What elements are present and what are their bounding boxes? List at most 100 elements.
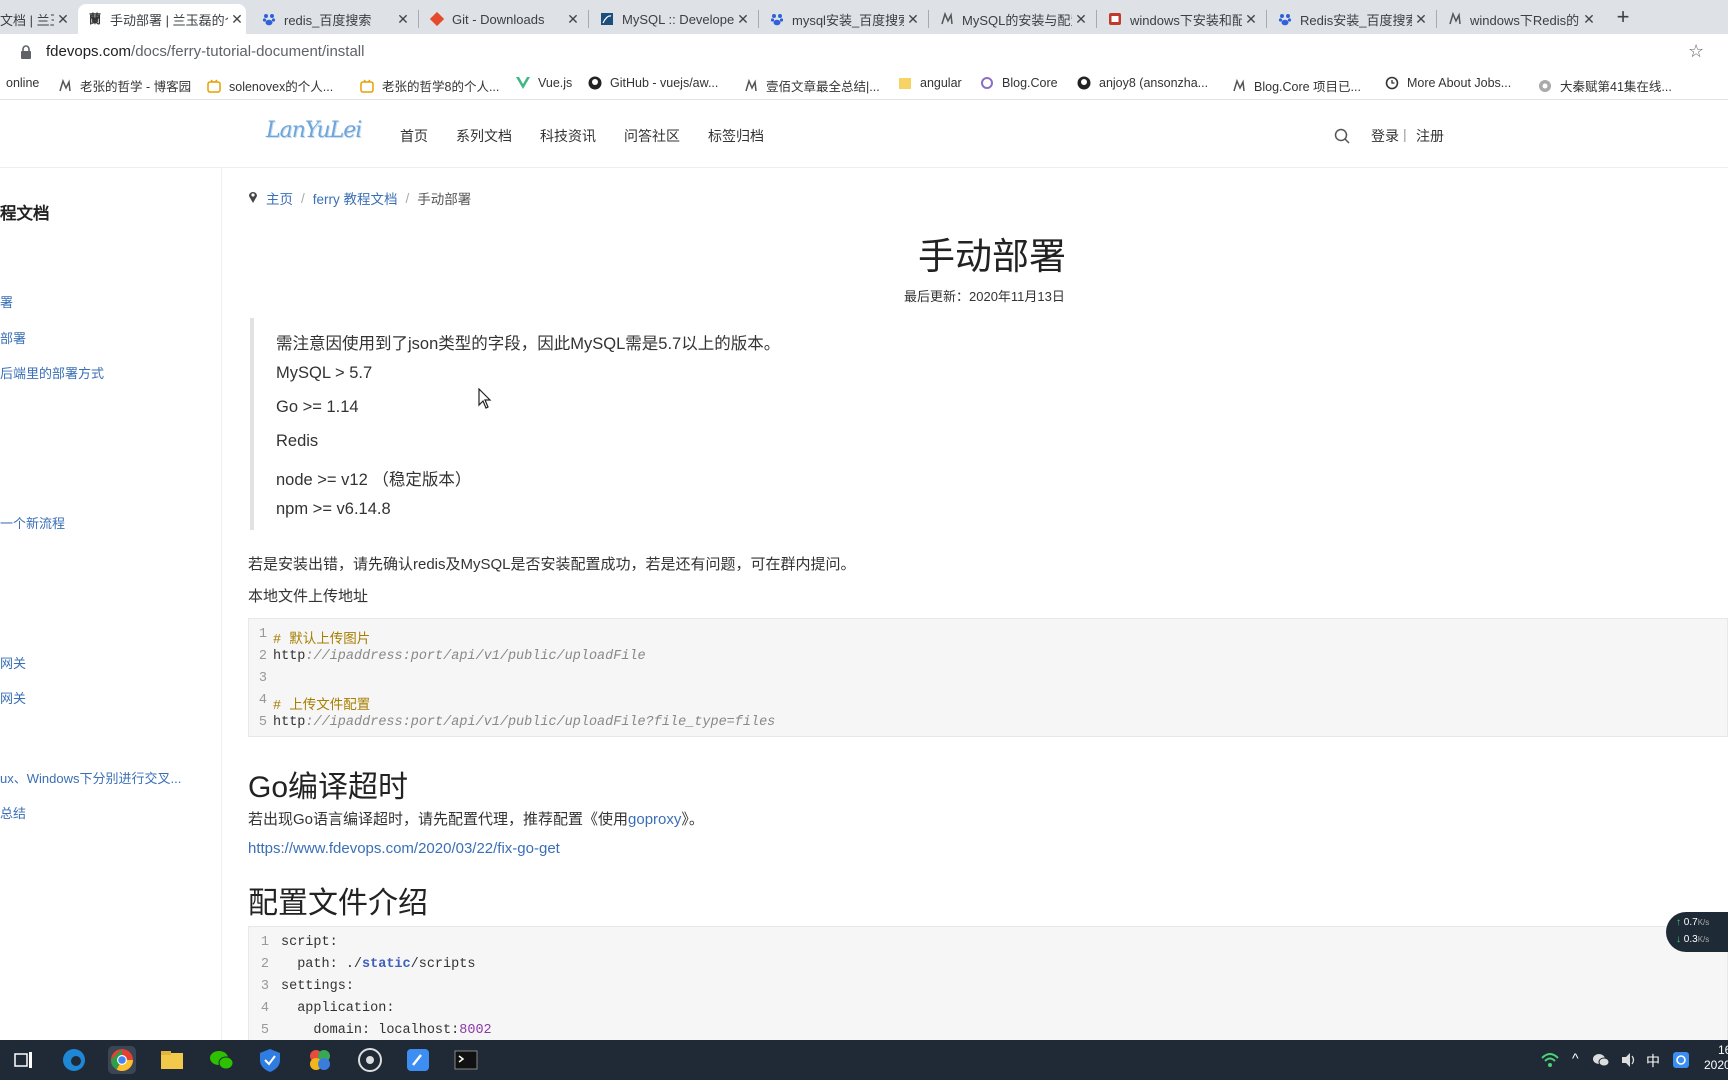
tab-title: mysql安装_百度搜索 [792,12,904,28]
tab-8[interactable]: Redis安装_百度搜索 ✕ [1268,4,1430,34]
bookmark-label: anjoy8 (ansonzha... [1099,76,1209,90]
sidebar-item[interactable]: 网关 [0,688,26,707]
colorful-app-icon[interactable] [306,1046,334,1074]
bookmark-item[interactable]: online [6,76,39,90]
sidebar-item[interactable]: ux、Windows下分别进行交叉... [0,768,181,787]
edge-icon[interactable] [60,1046,88,1074]
tab-title: redis_百度搜索 [284,12,372,28]
tab-7[interactable]: windows下安装和配置 ✕ [1098,4,1260,34]
url-path: /docs/ferry-tutorial-document/install [131,43,365,60]
git-icon [429,11,445,27]
fix-go-get-link[interactable]: https://www.fdevops.com/2020/03/22/fix-g… [248,840,560,857]
sidebar-item[interactable]: 署 [0,292,13,311]
nav-tags[interactable]: 标签归档 [708,126,764,146]
sidebar-item[interactable]: 后端里的部署方式 [0,363,104,382]
github-icon [588,76,602,90]
tab-2[interactable]: redis_百度搜索 ✕ [252,4,412,34]
breadcrumb-doc[interactable]: ferry 教程文档 [313,188,398,208]
sidebar-item[interactable]: 网关 [0,653,26,672]
bookmark-item[interactable]: anjoy8 (ansonzha... [1077,76,1208,90]
code-token: ./ [345,957,363,972]
tab-title: Redis安装_百度搜索 [1300,12,1412,28]
sidebar-title: 程文档 [0,205,50,223]
task-view-icon[interactable] [14,1051,34,1074]
close-icon[interactable]: ✕ [54,11,72,28]
volume-icon[interactable] [1620,1052,1638,1073]
install-note: 若是安装出错，请先确认redis及MySQL是否安装配置成功，若是还有问题，可在… [248,556,856,573]
close-icon[interactable]: ✕ [1580,11,1598,28]
line-number: 2 [260,957,269,972]
close-icon[interactable]: ✕ [394,11,412,28]
close-icon[interactable]: ✕ [734,11,752,28]
bookmark-item[interactable]: More About Jobs... [1385,76,1511,90]
code-line: domain: localhost:8002 [313,1023,492,1038]
login-link[interactable]: 登录 [1371,126,1399,146]
bookmark-item[interactable]: solenovex的个人... [207,76,333,95]
ime-indicator[interactable]: 中 [1646,1051,1660,1071]
close-icon[interactable]: ✕ [564,11,582,28]
register-link[interactable]: 注册 [1416,126,1444,146]
lan-icon: 蘭 [88,12,101,26]
file-explorer-icon[interactable] [158,1046,186,1074]
sidebar-item[interactable]: 部署 [0,328,26,347]
security-shield-icon[interactable] [256,1046,284,1074]
bookmark-item[interactable]: angular [898,76,962,90]
sidebar-item[interactable]: 总结 [0,803,26,822]
bookmark-star-icon[interactable]: ☆ [1688,41,1704,62]
section-heading-config: 配置文件介绍 [248,887,428,920]
bookmarks-bar: online 老张的哲学 - 博客园 solenovex的个人... 老张的哲学… [0,70,1728,100]
obs-icon[interactable] [356,1046,384,1074]
tab-0[interactable]: 文档 | 兰玉磊 ✕ [0,4,72,34]
new-tab-button[interactable]: + [1612,4,1634,30]
tab-6[interactable]: MySQL的安装与配置 ✕ [930,4,1090,34]
clock[interactable]: 162020 [1704,1043,1728,1073]
close-icon[interactable]: ✕ [904,11,922,28]
tab-4[interactable]: MySQL :: Developer Zone ✕ [590,4,752,34]
chevron-up-icon[interactable]: ^ [1572,1050,1579,1066]
site-logo[interactable]: LanYuLei [266,118,362,143]
nav-series-docs[interactable]: 系列文档 [456,126,512,146]
editor-app-icon[interactable] [404,1046,432,1074]
sidebar-item[interactable]: 一个新流程 [0,513,65,532]
chrome-icon[interactable] [108,1046,136,1074]
tab-5[interactable]: mysql安装_百度搜索 ✕ [760,4,922,34]
bookmark-item[interactable]: Vue.js [516,76,572,90]
lock-icon[interactable] [20,45,32,64]
map-marker-icon [248,190,258,207]
taskbar: ^ 中 162020 [0,1040,1728,1080]
bookmark-item[interactable]: Blog.Core 项目已... [1232,76,1361,95]
tab-9[interactable]: windows下Redis的安装 ✕ [1438,4,1598,34]
close-icon[interactable]: ✕ [228,11,246,28]
wechat-icon[interactable] [208,1046,236,1074]
breadcrumb-home[interactable]: 主页 [266,188,293,208]
tab-divider [928,10,929,28]
close-icon[interactable]: ✕ [1072,11,1090,28]
tray-app-icon[interactable] [1672,1050,1690,1075]
bookmark-item[interactable]: 大秦赋第41集在线... [1538,76,1672,95]
bookmark-item[interactable]: 壹佰文章最全总结|... [744,76,880,95]
code-line: path: ./static/scripts [297,957,476,972]
bookmark-item[interactable]: Blog.Core [980,76,1058,90]
bookmark-item[interactable]: 老张的哲学 - 博客园 [58,76,191,95]
bookmark-item[interactable]: 老张的哲学8的个人... [360,76,499,95]
url-field[interactable]: fdevops.com/docs/ferry-tutorial-document… [46,43,364,60]
requirement-line: MySQL > 5.7 [276,364,373,382]
close-icon[interactable]: ✕ [1242,11,1260,28]
tab-3[interactable]: Git - Downloads ✕ [420,4,582,34]
tab-1-active[interactable]: 蘭 手动部署 | 兰玉磊的个人博客 ✕ [78,4,246,34]
search-icon[interactable] [1334,128,1350,149]
wifi-icon[interactable] [1540,1052,1560,1073]
nav-tech-news[interactable]: 科技资讯 [540,126,596,146]
vue-icon [516,76,530,90]
tab-title: 手动部署 | 兰玉磊的个人博客 [110,12,228,28]
tab-title: MySQL :: Developer Zone [622,11,734,27]
close-icon[interactable]: ✕ [1412,11,1430,28]
wechat-tray-icon[interactable] [1592,1052,1610,1073]
bookmark-item[interactable]: GitHub - vuejs/aw... [588,76,718,90]
goproxy-link[interactable]: goproxy [628,811,681,828]
nav-qa[interactable]: 问答社区 [624,126,680,146]
tab-divider [1436,10,1437,28]
nav-home[interactable]: 首页 [400,126,428,146]
bookmark-label: angular [920,76,962,90]
terminal-icon[interactable] [452,1046,480,1074]
